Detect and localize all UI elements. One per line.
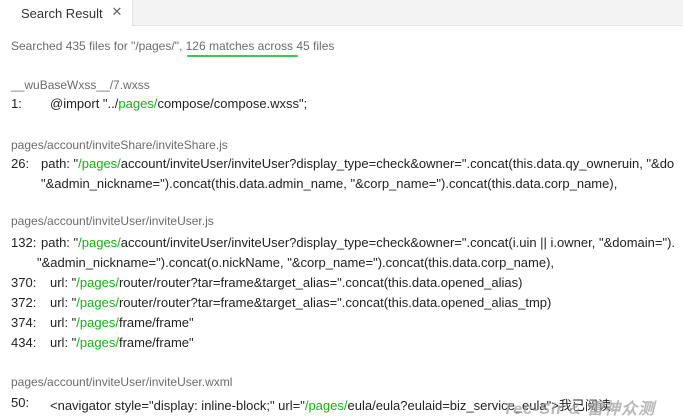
- summary-prefix: Searched 435 files for "/pages/",: [11, 39, 186, 53]
- result-line[interactable]: 434: url: "/pages/frame/frame": [0, 335, 683, 355]
- line-code: url: "/pages/frame/frame": [50, 335, 194, 350]
- tab-label: Search Result: [21, 6, 103, 21]
- line-number: 434:: [11, 335, 37, 350]
- summary-matches: 126 matches across 45 files: [185, 39, 335, 53]
- match-highlight: /pages/: [76, 335, 119, 350]
- line-number: 374:: [11, 315, 37, 330]
- line-code: path: "/pages/account/inviteUser/inviteU…: [41, 235, 676, 250]
- line-code: "&admin_nickname=").concat(o.nickName, "…: [37, 255, 555, 270]
- line-number: 372:: [11, 295, 37, 310]
- result-line[interactable]: "&admin_nickname=").concat(o.nickName, "…: [0, 255, 683, 275]
- match-highlight: /pages/: [78, 156, 121, 171]
- watermark: Tec-Sir & 雷神众测: [503, 401, 656, 418]
- line-number: 132:: [11, 235, 37, 250]
- line-code: url: "/pages/router/router?tar=frame&tar…: [50, 275, 523, 290]
- line-code: "&admin_nickname=").concat(this.data.adm…: [41, 176, 618, 191]
- tab-bar: Search Result ✕: [0, 0, 683, 26]
- match-highlight: /pages/: [76, 315, 119, 330]
- tab-search-result[interactable]: Search Result ✕: [0, 0, 133, 26]
- matches-underline: [187, 55, 298, 57]
- result-line[interactable]: 1: @import "../pages/compose/compose.wxs…: [0, 96, 683, 116]
- line-number: 26:: [11, 156, 30, 171]
- match-highlight: /pages/: [304, 398, 348, 413]
- match-highlight: /pages/: [76, 275, 119, 290]
- match-highlight: pages/: [118, 96, 158, 111]
- result-line[interactable]: 374: url: "/pages/frame/frame": [0, 315, 683, 335]
- result-line[interactable]: 26: path: "/pages/account/inviteUser/inv…: [0, 156, 683, 176]
- close-icon[interactable]: ✕: [110, 5, 124, 19]
- file-header[interactable]: pages/account/inviteShare/inviteShare.js: [11, 138, 228, 152]
- result-line[interactable]: 370: url: "/pages/router/router?tar=fram…: [0, 275, 683, 295]
- file-header[interactable]: pages/account/inviteUser/inviteUser.js: [11, 214, 214, 228]
- match-highlight: /pages/: [78, 235, 121, 250]
- search-summary: Searched 435 files for "/pages/", 126 ma…: [11, 39, 334, 53]
- file-header[interactable]: pages/account/inviteUser/inviteUser.wxml: [11, 375, 232, 389]
- result-line[interactable]: 132: path: "/pages/account/inviteUser/in…: [0, 235, 683, 255]
- result-line[interactable]: "&admin_nickname=").concat(this.data.adm…: [0, 176, 683, 196]
- result-line[interactable]: 372: url: "/pages/router/router?tar=fram…: [0, 295, 683, 315]
- line-number: 1:: [11, 96, 22, 111]
- line-code: @import "../pages/compose/compose.wxss";: [50, 96, 308, 111]
- match-highlight: /pages/: [76, 295, 119, 310]
- line-code: url: "/pages/frame/frame": [50, 315, 194, 330]
- file-header[interactable]: __wuBaseWxss__/7.wxss: [11, 78, 150, 92]
- line-code: path: "/pages/account/inviteUser/inviteU…: [41, 156, 675, 171]
- line-number: 50:: [11, 395, 30, 410]
- line-code: url: "/pages/router/router?tar=frame&tar…: [50, 295, 552, 310]
- line-number: 370:: [11, 275, 37, 290]
